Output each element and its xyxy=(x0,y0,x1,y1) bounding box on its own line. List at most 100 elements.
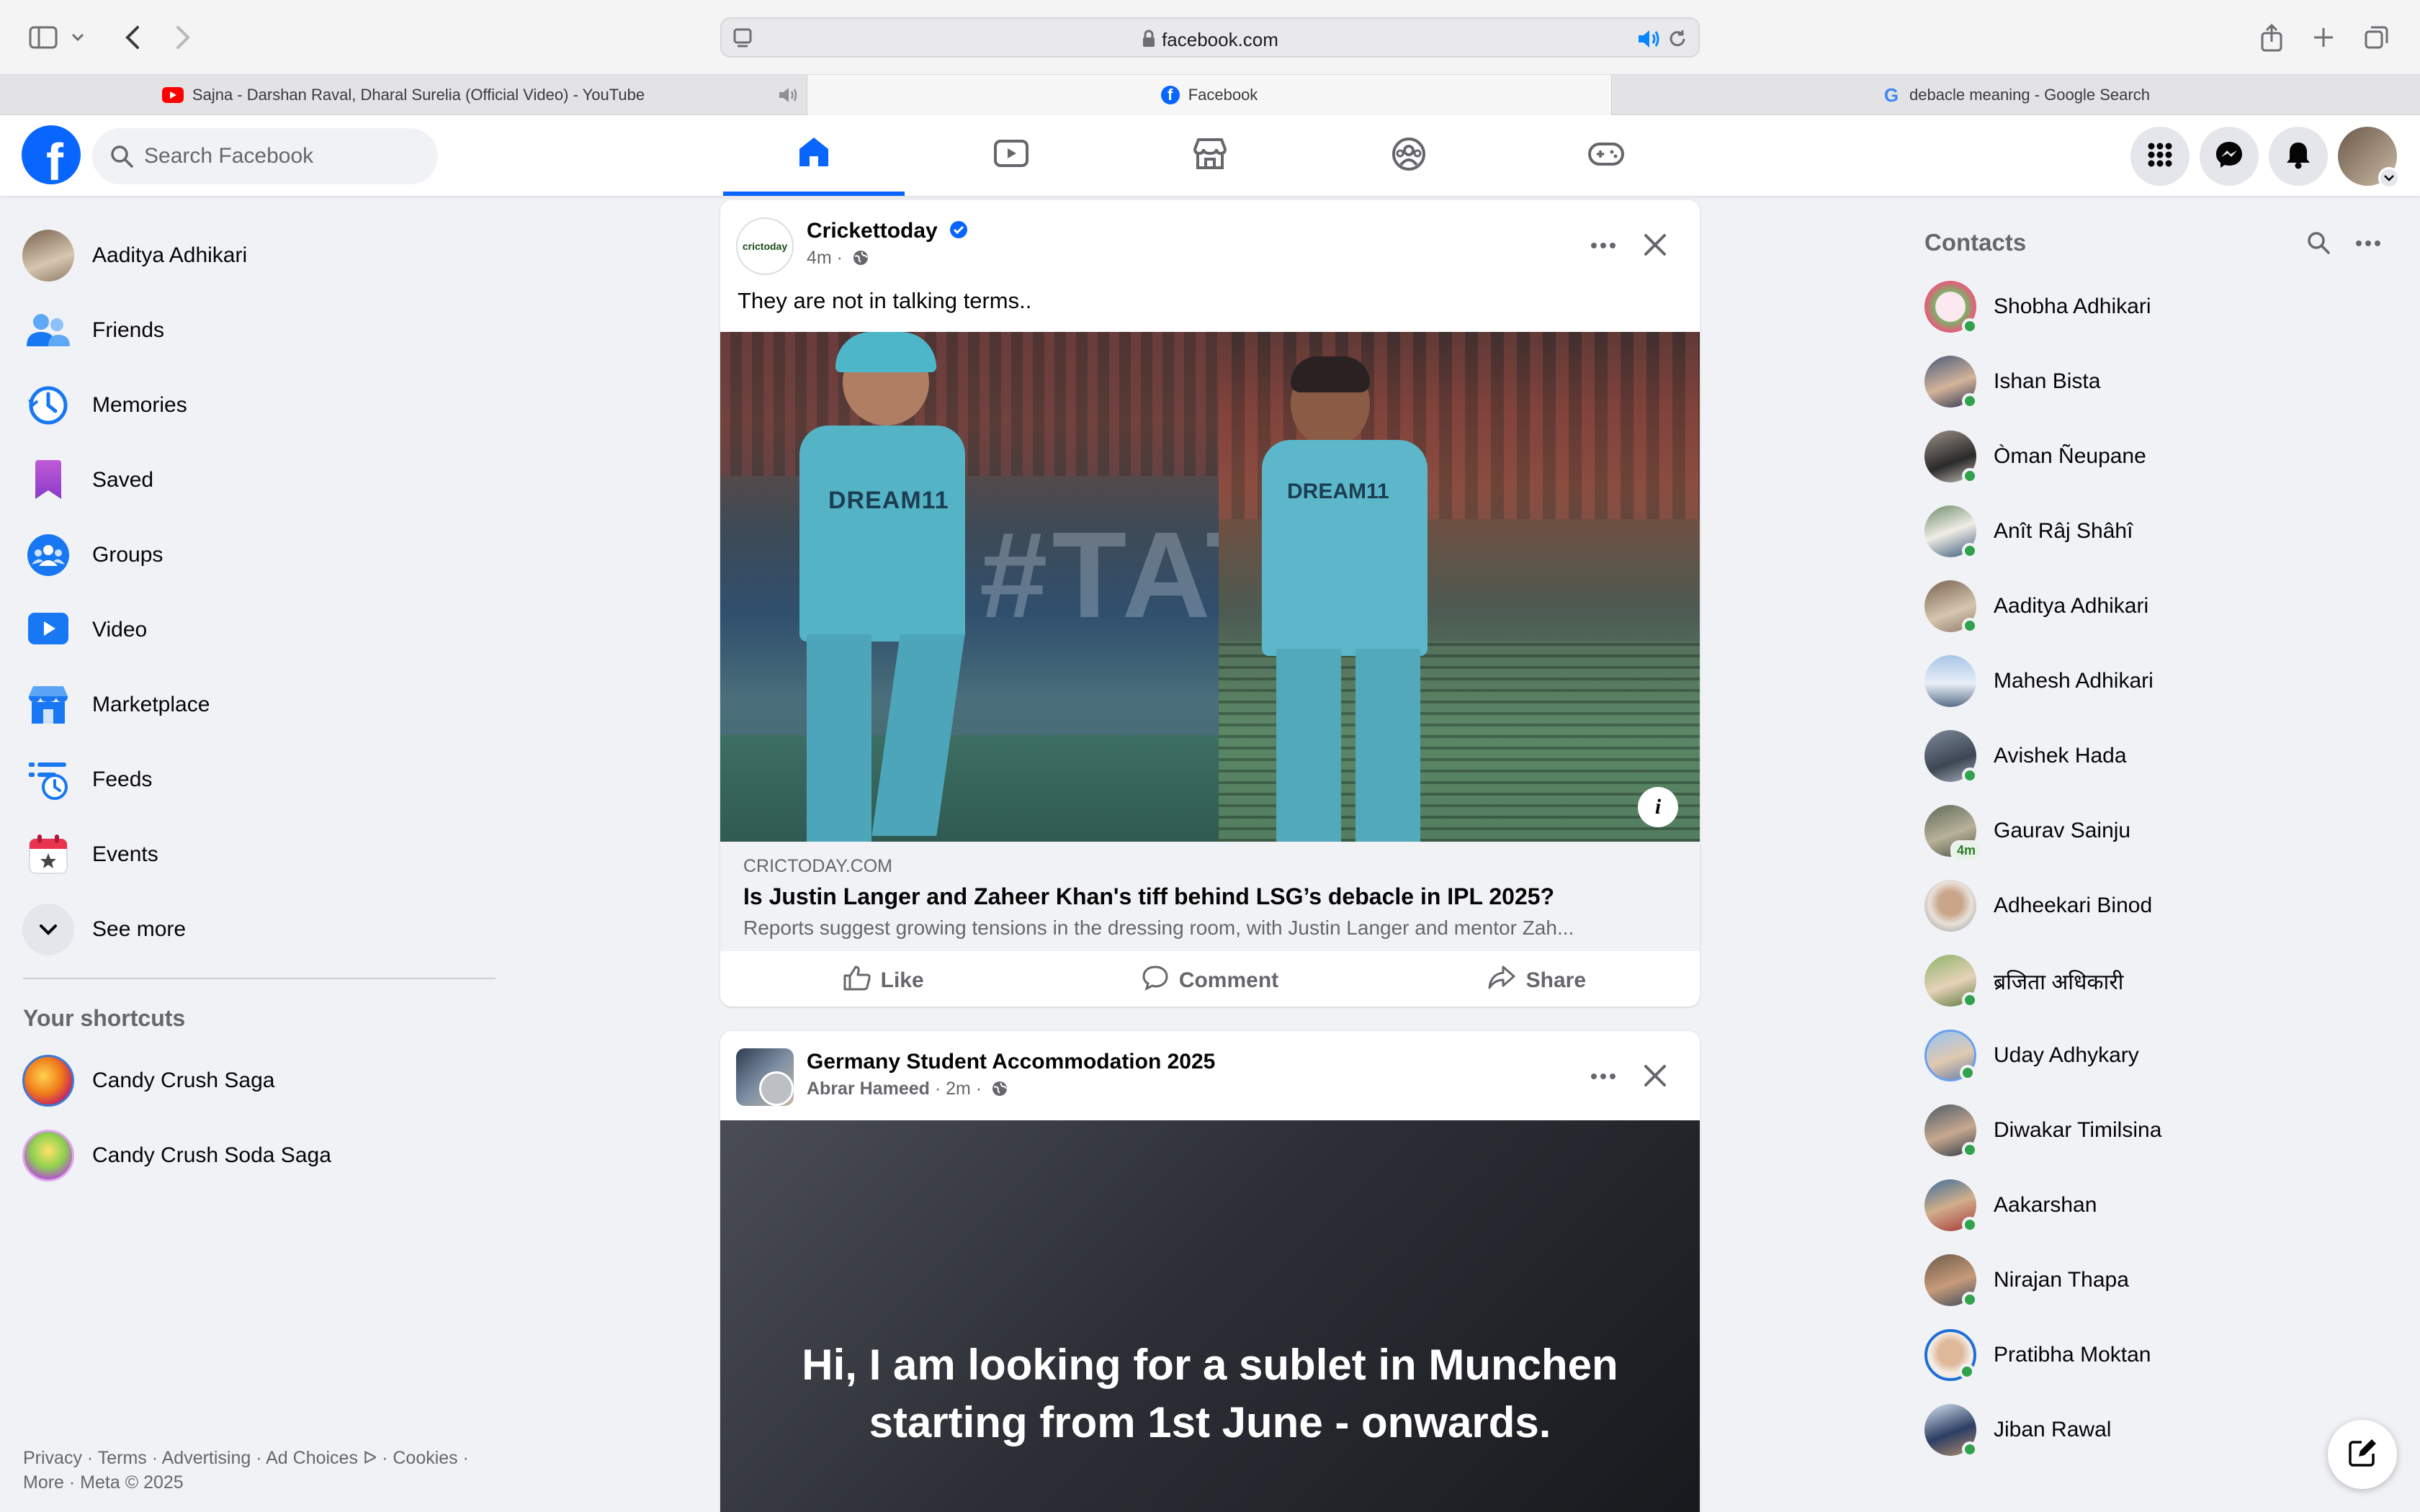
more-horizontal-icon xyxy=(1590,240,1616,253)
nav-tab-groups[interactable] xyxy=(1318,115,1500,196)
footer-links[interactable]: Privacy · Terms · Advertising · Ad Choic… xyxy=(23,1446,470,1495)
back-icon[interactable] xyxy=(114,19,151,56)
contact-item[interactable]: Anît Râj Shâhî xyxy=(1924,497,2385,566)
search-input[interactable]: Search Facebook xyxy=(92,128,438,184)
post-time[interactable]: 4m · xyxy=(807,248,843,268)
gaming-icon xyxy=(1587,140,1625,171)
tab-facebook[interactable]: f Facebook xyxy=(807,75,1612,115)
new-message-button[interactable] xyxy=(2328,1420,2397,1489)
tab-youtube[interactable]: Sajna - Darshan Raval, Dharal Surelia (O… xyxy=(0,75,807,115)
sidebar-item-label: Feeds xyxy=(92,768,153,791)
google-icon: G xyxy=(1883,84,1899,106)
sidebar-item-label: Saved xyxy=(92,468,154,492)
tab-overview-icon[interactable] xyxy=(2358,19,2396,56)
speaker-icon[interactable] xyxy=(778,86,799,109)
contact-name: Aaditya Adhikari xyxy=(1994,594,2149,618)
contact-item[interactable]: Ishan Bista xyxy=(1924,347,2385,416)
left-sidebar: Aaditya Adhikari Friends Memories Saved … xyxy=(0,196,504,1512)
youtube-icon xyxy=(161,87,184,103)
post-card: Germany Student Accommodation 2025 Abrar… xyxy=(720,1031,1700,1512)
contact-item[interactable]: Jiban Rawal xyxy=(1924,1395,2385,1464)
more-options-button[interactable] xyxy=(1583,1057,1623,1097)
contact-item[interactable]: Aakarshan xyxy=(1924,1171,2385,1240)
see-more-circle xyxy=(22,903,75,956)
online-status-dot xyxy=(1962,618,1978,634)
contact-item[interactable]: 4m Gaurav Sainju xyxy=(1924,796,2385,865)
hide-post-button[interactable] xyxy=(1635,1057,1675,1097)
contact-item[interactable]: Adheekari Binod xyxy=(1924,871,2385,940)
more-options-button[interactable] xyxy=(1583,226,1623,266)
video-icon xyxy=(993,139,1029,173)
nav-tab-video[interactable] xyxy=(920,115,1102,196)
contact-item[interactable]: Pratibha Moktan xyxy=(1924,1320,2385,1390)
post-time[interactable]: · 2m · xyxy=(935,1079,982,1099)
author-name[interactable]: Abrar Hameed xyxy=(807,1079,930,1099)
address-bar[interactable]: facebook.com xyxy=(720,17,1700,58)
hide-post-button[interactable] xyxy=(1635,226,1675,266)
more-horizontal-icon[interactable] xyxy=(2355,238,2381,251)
forward-icon[interactable] xyxy=(164,19,202,56)
page-name[interactable]: Crickettoday xyxy=(807,219,968,245)
sidebar-item-memories[interactable]: Memories xyxy=(22,373,497,438)
contact-item[interactable]: Òman Ñeupane xyxy=(1924,422,2385,491)
like-button[interactable]: Like xyxy=(720,951,1047,1007)
sidebar-item-groups[interactable]: Groups xyxy=(22,523,497,588)
shortcut-candy-crush[interactable]: Candy Crush Saga xyxy=(22,1048,497,1113)
sidebar-item-profile[interactable]: Aaditya Adhikari xyxy=(22,223,497,288)
nav-tab-home[interactable] xyxy=(723,115,905,196)
nav-tab-gaming[interactable] xyxy=(1515,115,1697,196)
speaker-icon[interactable] xyxy=(1636,28,1661,53)
page-avatar[interactable]: crictoday xyxy=(736,217,794,275)
see-more-button[interactable]: See more xyxy=(22,897,497,962)
reload-icon[interactable] xyxy=(1667,28,1688,53)
sidebar-toggle-icon[interactable] xyxy=(24,19,62,56)
author-avatar[interactable] xyxy=(759,1071,794,1106)
messenger-button[interactable] xyxy=(2200,127,2259,186)
new-tab-icon[interactable] xyxy=(2305,19,2342,56)
nav-tab-marketplace[interactable] xyxy=(1119,115,1301,196)
avatar xyxy=(1924,1404,1978,1457)
saved-icon xyxy=(22,454,75,507)
menu-grid-button[interactable] xyxy=(2130,127,2190,186)
contact-item[interactable]: Aaditya Adhikari xyxy=(1924,572,2385,641)
text-post-background[interactable]: Hi, I am looking for a sublet in Munchen… xyxy=(720,1120,1700,1512)
contact-name: Mahesh Adhikari xyxy=(1994,669,2154,693)
avatar xyxy=(1924,1254,1978,1308)
account-avatar[interactable] xyxy=(2338,127,2400,189)
sidebar-item-saved[interactable]: Saved xyxy=(22,448,497,513)
contact-item[interactable]: Mahesh Adhikari xyxy=(1924,647,2385,716)
comment-button[interactable]: Comment xyxy=(1047,951,1373,1007)
share-icon[interactable] xyxy=(2253,19,2290,56)
sidebar-item-friends[interactable]: Friends xyxy=(22,298,497,363)
tab-google[interactable]: G debacle meaning - Google Search xyxy=(1612,75,2420,115)
sidebar-item-events[interactable]: Events xyxy=(22,822,497,887)
info-icon[interactable]: i xyxy=(1638,787,1678,827)
post-image[interactable]: #TAT DREAM11 DREAM11 i xyxy=(720,332,1700,842)
comment-label: Comment xyxy=(1178,968,1279,992)
avatar-text: crictoday xyxy=(742,240,788,252)
share-arrow-icon xyxy=(1487,965,1526,996)
link-preview[interactable]: CRICTODAY.COM Is Justin Langer and Zahee… xyxy=(720,842,1700,951)
facebook-logo-icon[interactable]: f xyxy=(22,125,81,184)
online-status-dot xyxy=(1962,1217,1978,1233)
contact-item[interactable]: Diwakar Timilsina xyxy=(1924,1096,2385,1165)
search-icon[interactable] xyxy=(2306,230,2331,258)
shortcut-candy-crush-soda[interactable]: Candy Crush Soda Saga xyxy=(22,1123,497,1188)
compose-icon xyxy=(2347,1438,2378,1472)
notifications-button[interactable] xyxy=(2269,127,2328,186)
photo-left: #TAT DREAM11 xyxy=(720,332,1219,842)
online-status-dot xyxy=(1962,468,1978,484)
share-button[interactable]: Share xyxy=(1373,951,1700,1007)
group-avatar[interactable] xyxy=(736,1048,794,1106)
contact-item[interactable]: Avishek Hada xyxy=(1924,721,2385,791)
sidebar-item-feeds[interactable]: Feeds xyxy=(22,747,497,812)
friends-icon xyxy=(22,304,75,357)
contact-item[interactable]: Uday Adhykary xyxy=(1924,1021,2385,1090)
chevron-down-icon[interactable] xyxy=(65,19,91,56)
contact-item[interactable]: Shobha Adhikari xyxy=(1924,272,2385,341)
group-name[interactable]: Germany Student Accommodation 2025 xyxy=(807,1050,1215,1074)
sidebar-item-video[interactable]: Video xyxy=(22,598,497,662)
contact-item[interactable]: ब्रजिता अधिकारी xyxy=(1924,946,2385,1015)
contact-item[interactable]: Nirajan Thapa xyxy=(1924,1246,2385,1315)
sidebar-item-marketplace[interactable]: Marketplace xyxy=(22,672,497,737)
